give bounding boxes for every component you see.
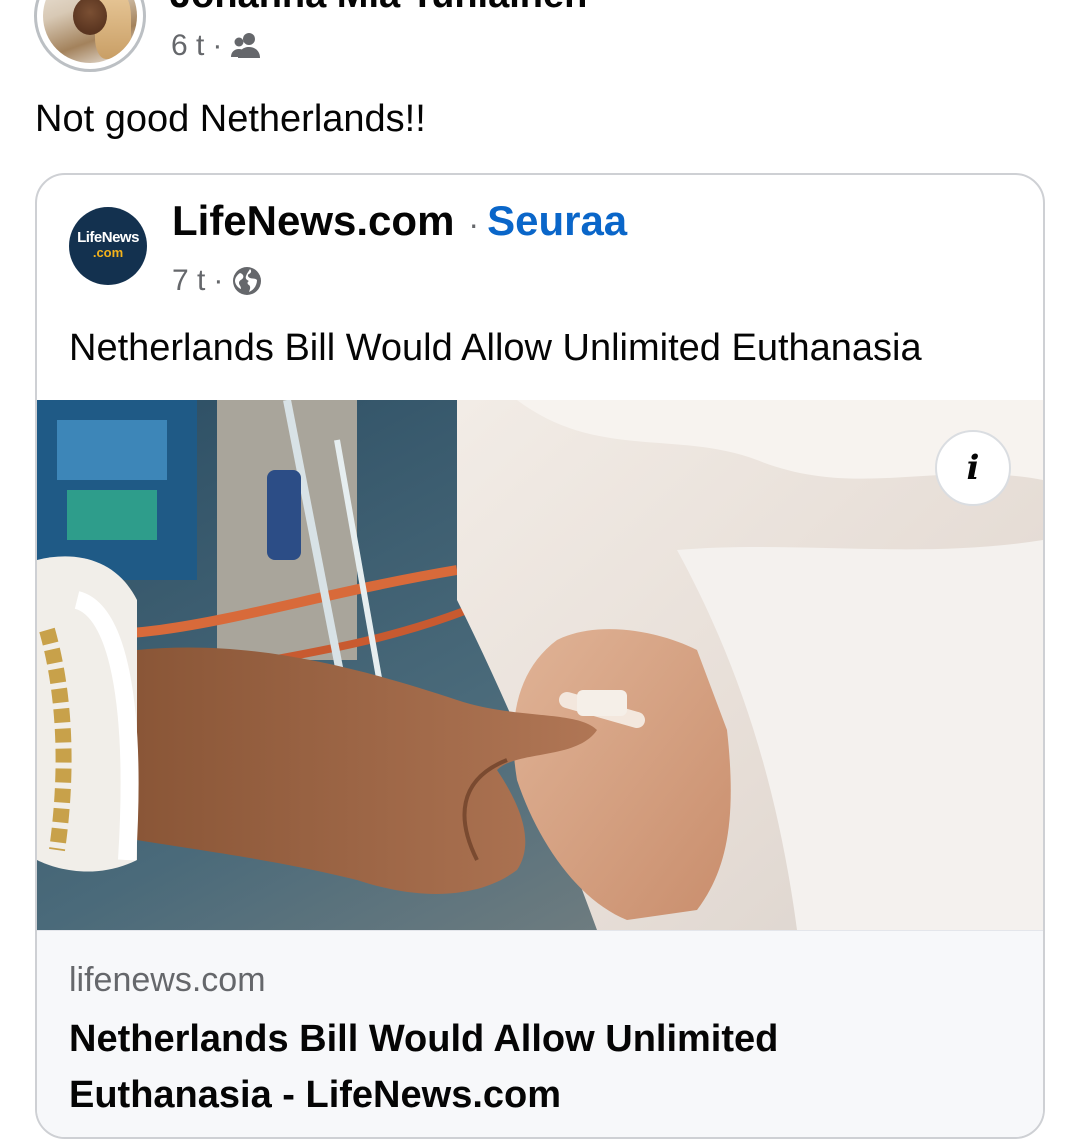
globe-icon [231, 265, 263, 297]
meta-separator: · [213, 264, 224, 297]
post-meta: 6 t · [171, 26, 264, 66]
logo-text-bottom: .com [92, 245, 124, 260]
link-preview-footer[interactable]: lifenews.com Netherlands Bill Would Allo… [37, 930, 1043, 1137]
link-preview-image[interactable]: i [37, 400, 1043, 930]
link-domain: lifenews.com [69, 961, 266, 999]
name-separator: · [468, 206, 480, 242]
author-name[interactable]: Jonanna Mia Tuhlainen [170, 0, 587, 12]
info-icon: i [966, 448, 980, 488]
post-time[interactable]: 6 t [171, 29, 204, 63]
meta-separator: · [212, 29, 223, 62]
author-avatar[interactable] [34, 0, 146, 72]
post-header: Jonanna Mia Tuhlainen 6 t · [0, 0, 1080, 80]
author-name-clip: Jonanna Mia Tuhlainen [170, 0, 650, 12]
logo-text-top: LifeNews [77, 229, 139, 246]
post-text: Not good Netherlands!! [35, 98, 426, 140]
page-logo[interactable]: LifeNews .com [69, 207, 147, 285]
link-title[interactable]: Netherlands Bill Would Allow Unlimited E… [69, 1011, 969, 1123]
page-name-row: LifeNews.com · Seuraa [172, 197, 627, 245]
page-name[interactable]: LifeNews.com [172, 197, 454, 245]
friends-icon [230, 31, 264, 61]
avatar-photo [43, 0, 137, 63]
shared-post-meta: 7 t · [172, 261, 263, 301]
info-button[interactable]: i [935, 430, 1011, 506]
shared-post-time[interactable]: 7 t [172, 264, 205, 298]
follow-button[interactable]: Seuraa [487, 197, 627, 245]
hospital-hands-photo [37, 400, 1043, 930]
shared-post-text: Netherlands Bill Would Allow Unlimited E… [69, 327, 922, 369]
shared-post-card[interactable]: LifeNews .com LifeNews.com · Seuraa 7 t … [35, 173, 1045, 1139]
